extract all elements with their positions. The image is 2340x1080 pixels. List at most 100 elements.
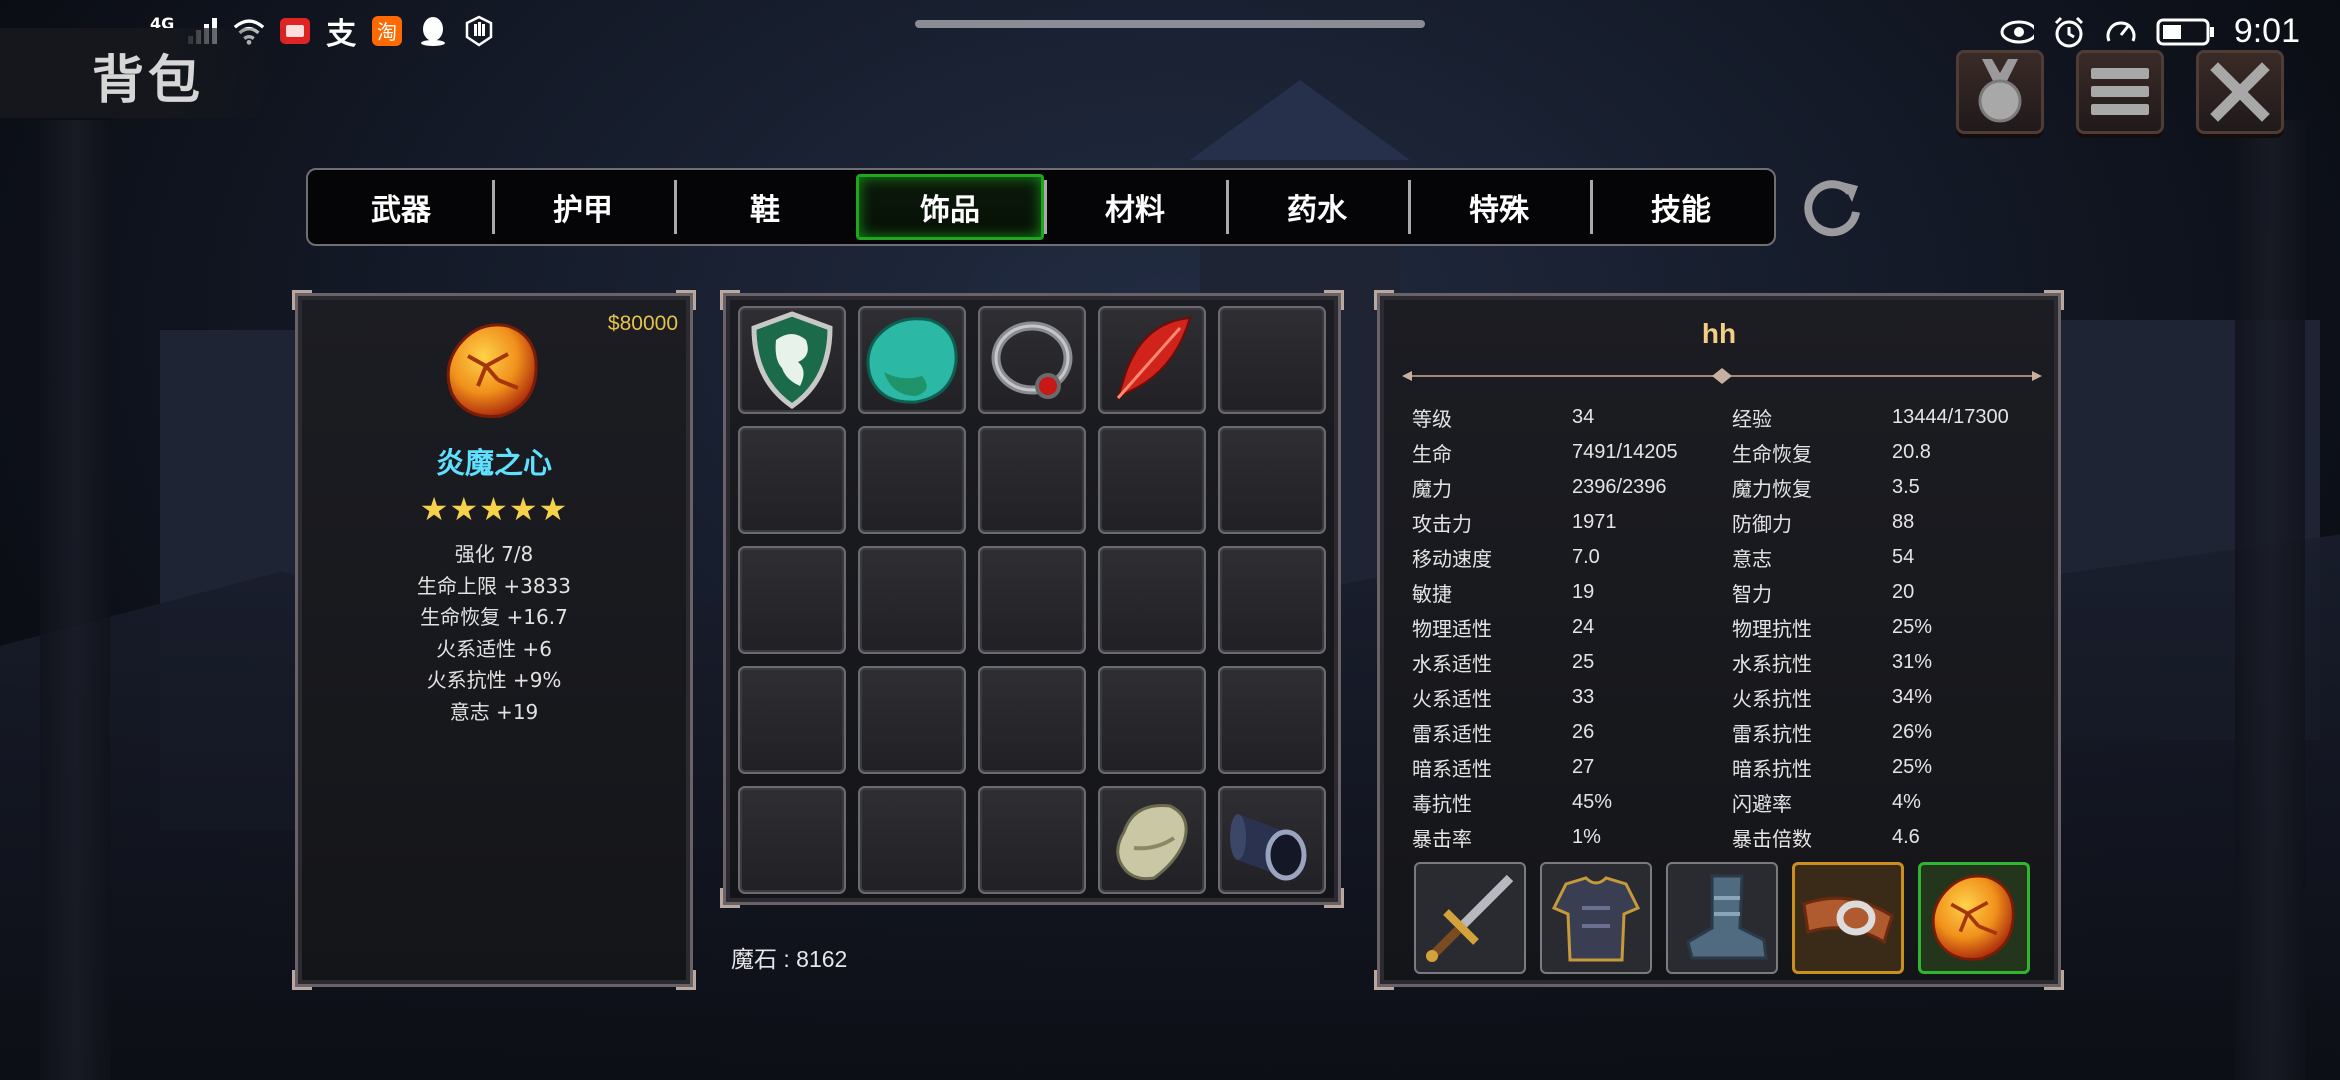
item-attribute: 火系适性 +6 — [436, 636, 552, 661]
stat-value: 54 — [1892, 546, 1915, 568]
stat-value: 24 — [1572, 616, 1595, 638]
stat-label: 火系抗性 — [1732, 687, 1812, 711]
tab-armor[interactable]: 护甲 — [492, 174, 674, 240]
inventory-slot[interactable] — [858, 306, 966, 414]
inventory-slot[interactable] — [858, 786, 966, 894]
tab-material[interactable]: 材料 — [1044, 174, 1226, 240]
close-icon — [2210, 62, 2270, 122]
close-button[interactable] — [2196, 50, 2284, 134]
item-detail-panel: $80000 炎魔之心 ★★★★★ 强化 7/8 生命上限 +3833 生命恢复… — [292, 290, 696, 990]
qq-icon — [416, 14, 450, 48]
category-tab-bar: 武器 护甲 鞋 饰品 材料 药水 特殊 技能 — [306, 168, 1776, 246]
menu-icon — [2091, 68, 2149, 115]
inventory-slot[interactable] — [858, 666, 966, 774]
inventory-slot[interactable] — [738, 306, 846, 414]
svg-text:淘: 淘 — [377, 20, 397, 44]
item-attribute: 生命上限 +3833 — [416, 573, 571, 598]
inventory-slot[interactable] — [978, 786, 1086, 894]
stat-row: 魔力 2396/2396 魔力恢复 3.5 — [1412, 470, 2032, 505]
stat-row: 雷系适性 26 雷系抗性 26% — [1412, 715, 2032, 750]
item-name: 炎魔之心 — [435, 446, 552, 480]
equip-slot-weapon[interactable] — [1414, 862, 1526, 974]
stat-row: 暴击率 1% 暴击倍数 4.6 — [1412, 820, 2032, 855]
stat-label: 物理抗性 — [1732, 617, 1812, 641]
bone-fragment-icon — [1116, 804, 1188, 881]
stat-value: 45% — [1572, 791, 1613, 813]
inventory-slot[interactable] — [1218, 426, 1326, 534]
character-panel: hh 等级 34 经验 13444/17300 生命 7491/14205 生命恢复 20.… — [1374, 290, 2064, 990]
inventory-slot[interactable] — [738, 666, 846, 774]
equipment-row — [1414, 862, 2030, 974]
inventory-slot[interactable] — [1098, 546, 1206, 654]
inventory-slot[interactable] — [1218, 306, 1326, 414]
inventory-slot[interactable] — [738, 546, 846, 654]
stat-value: 25 — [1572, 651, 1595, 673]
medal-icon — [1978, 59, 2022, 123]
stat-label: 智力 — [1732, 582, 1772, 606]
clock: 9:01 — [2233, 12, 2300, 50]
equip-slot-heart[interactable] — [1918, 862, 2030, 974]
equip-slot-armor[interactable] — [1540, 862, 1652, 974]
tab-skill[interactable]: 技能 — [1590, 174, 1772, 240]
inventory-slot[interactable] — [978, 426, 1086, 534]
inventory-grid — [738, 306, 1326, 894]
eye-icon — [2000, 15, 2034, 49]
stat-label: 暗系抗性 — [1732, 757, 1812, 781]
red-feather-icon — [1116, 316, 1192, 401]
tab-special[interactable]: 特殊 — [1408, 174, 1590, 240]
refresh-button[interactable] — [1800, 174, 1866, 240]
stat-row: 毒抗性 45% 闪避率 4% — [1412, 785, 2032, 820]
battery-icon — [2156, 15, 2216, 49]
flame-demon-heart-icon — [438, 316, 548, 426]
stat-value: 25% — [1892, 756, 1933, 778]
stat-label: 暴击率 — [1412, 827, 1472, 851]
item-attribute: 火系抗性 +9% — [426, 668, 562, 692]
tab-weapon[interactable]: 武器 — [310, 174, 492, 240]
inventory-slot[interactable] — [738, 786, 846, 894]
inventory-slot[interactable] — [978, 306, 1086, 414]
magic-stone-count: 魔石 : 8162 — [731, 946, 848, 972]
tab-shoes[interactable]: 鞋 — [674, 174, 856, 240]
stat-label: 暗系适性 — [1412, 757, 1492, 781]
inventory-slot[interactable] — [1098, 666, 1206, 774]
stat-row: 物理适性 24 物理抗性 25% — [1412, 610, 2032, 645]
tab-accessory[interactable]: 饰品 — [856, 174, 1044, 240]
ornament-divider — [1402, 368, 2042, 384]
stat-value: 27 — [1572, 756, 1595, 778]
inventory-slot[interactable] — [978, 546, 1086, 654]
menu-button[interactable] — [2076, 50, 2164, 134]
stat-value: 31% — [1892, 651, 1933, 673]
stat-label: 毒抗性 — [1412, 792, 1472, 816]
medal-button[interactable] — [1956, 50, 2044, 134]
sword-icon — [1426, 874, 1514, 962]
inventory-slot[interactable] — [858, 546, 966, 654]
tab-potion[interactable]: 药水 — [1226, 174, 1408, 240]
page-title: 背包 — [92, 51, 205, 111]
stat-label: 等级 — [1412, 407, 1452, 431]
stat-value: 13444/17300 — [1892, 406, 2009, 428]
stat-value: 19 — [1572, 581, 1595, 603]
equip-slot-boots[interactable] — [1666, 862, 1778, 974]
stat-value: 7491/14205 — [1572, 441, 1678, 463]
inventory-slot[interactable] — [738, 426, 846, 534]
item-attribute: 生命恢复 +16.7 — [420, 605, 568, 629]
stat-value: 20.8 — [1892, 441, 1931, 463]
stat-label: 防御力 — [1732, 512, 1792, 536]
inventory-slot[interactable] — [978, 666, 1086, 774]
inventory-slot[interactable] — [858, 426, 966, 534]
stat-value: 4.6 — [1892, 826, 1920, 848]
equip-slot-accessory[interactable] — [1792, 862, 1904, 974]
stat-label: 火系适性 — [1412, 687, 1492, 711]
inventory-slot[interactable] — [1098, 786, 1206, 894]
inventory-slot[interactable] — [1218, 786, 1326, 894]
inventory-slot[interactable] — [1218, 666, 1326, 774]
belt-accessory-icon — [1802, 896, 1894, 945]
character-stats-table: 等级 34 经验 13444/17300 生命 7491/14205 生命恢复 20.8 魔… — [1412, 400, 2032, 855]
stat-value: 26 — [1572, 721, 1595, 743]
inventory-slot[interactable] — [1098, 306, 1206, 414]
inventory-slot[interactable] — [1218, 546, 1326, 654]
status-right: 9:01 — [2000, 12, 2300, 51]
inventory-slot[interactable] — [1098, 426, 1206, 534]
stat-row: 移动速度 7.0 意志 54 — [1412, 540, 2032, 575]
stat-value: 33 — [1572, 686, 1595, 708]
